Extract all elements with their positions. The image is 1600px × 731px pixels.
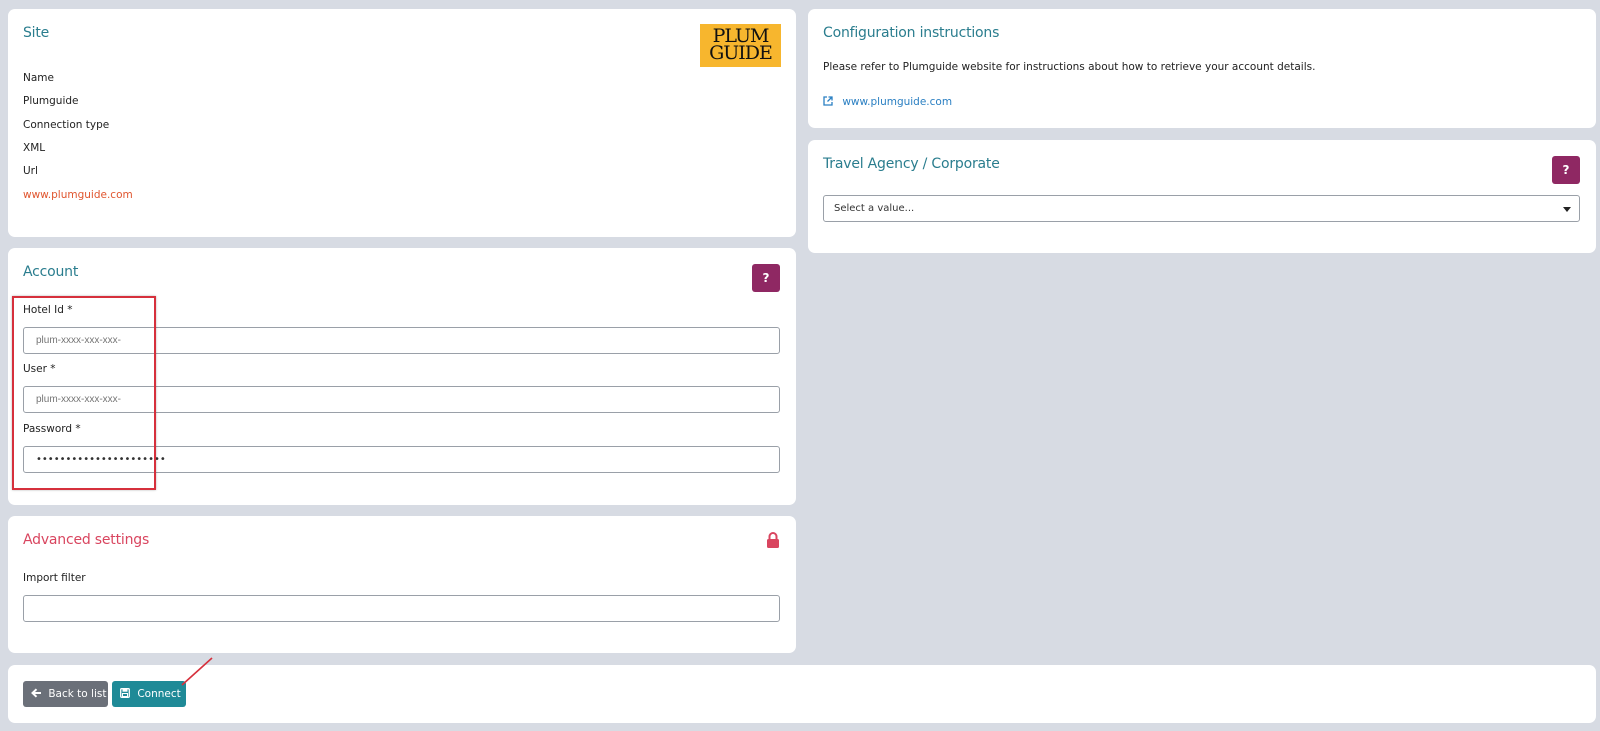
- external-link-icon: [823, 96, 836, 108]
- connection-type-value: XML: [23, 142, 46, 154]
- highlight-box: [12, 296, 156, 490]
- travel-agency-select[interactable]: Select a value...: [823, 195, 1580, 222]
- footer-card: Back to list Connect: [8, 665, 1596, 723]
- lock-icon[interactable]: [766, 532, 780, 552]
- name-value: Plumguide: [23, 95, 79, 107]
- logo-line-2: GUIDE: [709, 42, 773, 64]
- site-card: Site PLUM GUIDE Name Plumguide Connectio…: [8, 9, 796, 237]
- back-to-list-label: Back to list: [48, 688, 107, 700]
- travel-agency-select-value: Select a value...: [834, 203, 915, 214]
- advanced-settings-card: Advanced settings Import filter: [8, 516, 796, 653]
- save-icon: [120, 681, 134, 707]
- connection-type-label: Connection type: [23, 119, 110, 131]
- plumguide-logo: PLUM GUIDE: [700, 24, 781, 67]
- plumguide-link-text: www.plumguide.com: [842, 96, 953, 108]
- site-title: Site: [23, 25, 50, 41]
- travel-agency-card: Travel Agency / Corporate ? Select a val…: [808, 140, 1596, 253]
- advanced-settings-title: Advanced settings: [23, 532, 150, 548]
- config-instructions-title: Configuration instructions: [823, 25, 1000, 41]
- url-label: Url: [23, 165, 38, 177]
- plumguide-website-link[interactable]: www.plumguide.com: [823, 96, 952, 108]
- arrow-left-icon: [31, 681, 45, 707]
- caret-down-icon: [1563, 207, 1571, 212]
- name-label: Name: [23, 72, 54, 84]
- travel-agency-title: Travel Agency / Corporate: [823, 156, 1000, 172]
- back-to-list-button[interactable]: Back to list: [23, 681, 108, 707]
- import-filter-input[interactable]: [23, 595, 780, 622]
- account-title: Account: [23, 264, 79, 280]
- import-filter-label: Import filter: [23, 572, 86, 584]
- config-instructions-card: Configuration instructions Please refer …: [808, 9, 1596, 128]
- travel-agency-help-button[interactable]: ?: [1552, 156, 1580, 184]
- annotation-arrow: [181, 657, 213, 686]
- config-instructions-text: Please refer to Plumguide website for in…: [823, 61, 1316, 73]
- url-value[interactable]: www.plumguide.com: [23, 189, 133, 201]
- account-help-button[interactable]: ?: [752, 264, 780, 292]
